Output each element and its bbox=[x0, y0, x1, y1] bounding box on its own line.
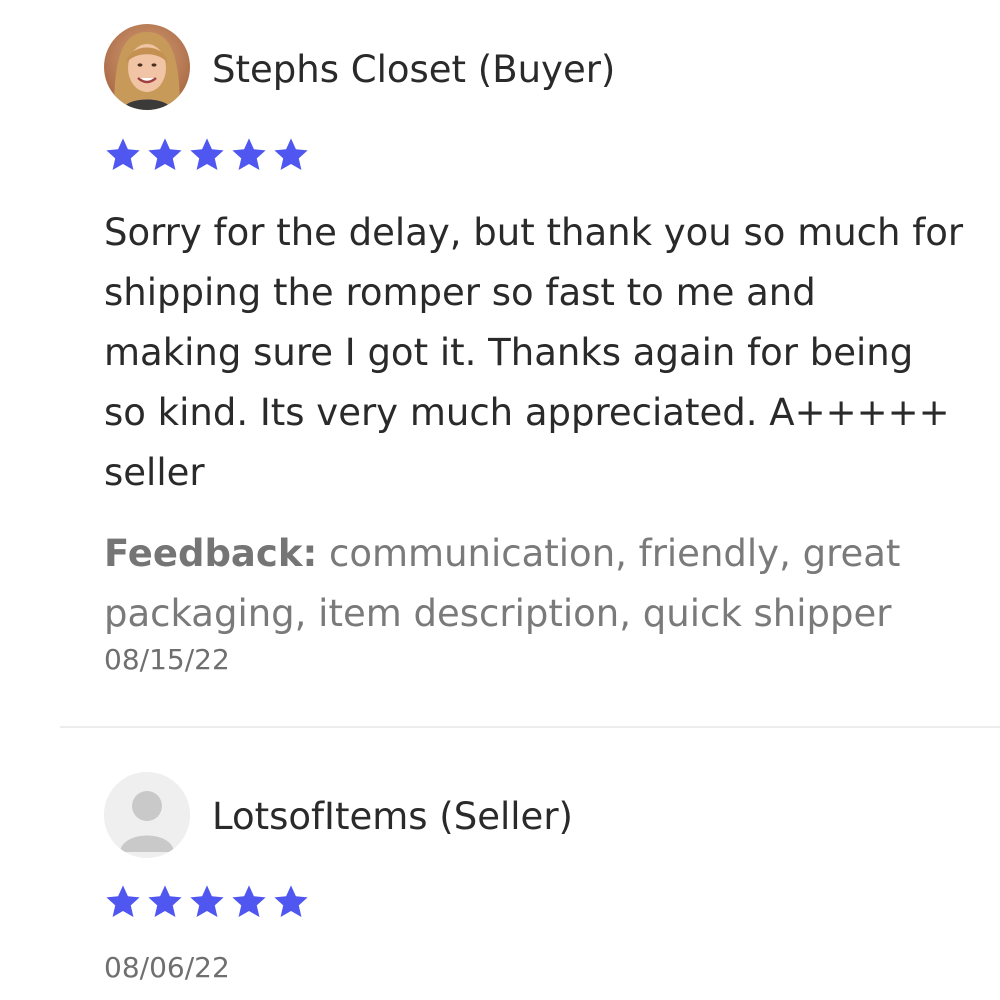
feedback-tags: Feedback: communication, friendly, great… bbox=[104, 524, 964, 644]
user-placeholder-icon bbox=[104, 772, 190, 858]
divider bbox=[60, 726, 1000, 728]
star-icon bbox=[274, 885, 308, 918]
user-photo-icon bbox=[104, 24, 190, 110]
reviewer-name[interactable]: LotsofItems (Seller) bbox=[212, 795, 573, 839]
review-comment: Sorry for the delay, but thank you so mu… bbox=[104, 211, 964, 494]
reviewer-name[interactable]: Stephs Closet (Buyer) bbox=[212, 48, 615, 92]
star-rating bbox=[104, 136, 310, 176]
review-date: 08/06/22 bbox=[104, 951, 230, 984]
avatar[interactable] bbox=[104, 24, 190, 110]
star-icon bbox=[148, 885, 182, 918]
star-icon bbox=[232, 138, 266, 171]
star-icon bbox=[190, 885, 224, 918]
star-icon bbox=[274, 138, 308, 171]
feedback-label: Feedback: bbox=[104, 532, 318, 575]
star-rating bbox=[104, 883, 310, 923]
star-icon bbox=[232, 885, 266, 918]
star-icon bbox=[106, 138, 140, 171]
star-icon bbox=[106, 885, 140, 918]
avatar[interactable] bbox=[104, 772, 190, 858]
star-icon bbox=[148, 138, 182, 171]
star-icon bbox=[190, 138, 224, 171]
review-date: 08/15/22 bbox=[104, 643, 230, 676]
